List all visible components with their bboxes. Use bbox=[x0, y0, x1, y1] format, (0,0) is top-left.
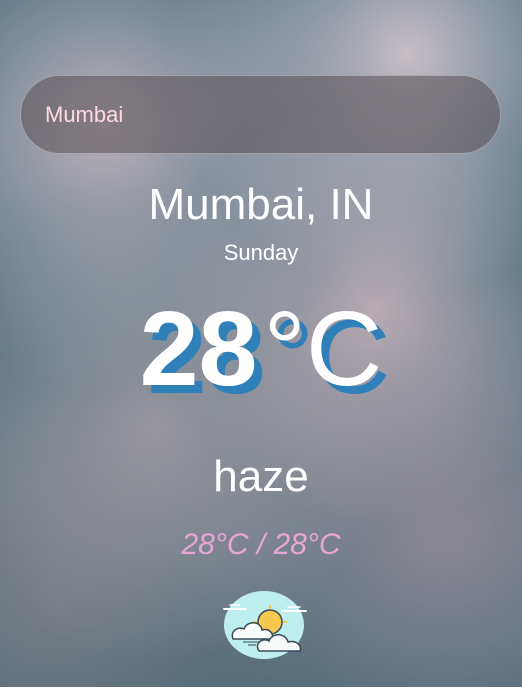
location-title: Mumbai, IN bbox=[148, 180, 374, 229]
search-input[interactable] bbox=[21, 76, 500, 153]
search-bar[interactable] bbox=[20, 75, 501, 154]
weather-condition: haze bbox=[213, 452, 309, 501]
temperature-range: 28°C / 28°C bbox=[181, 528, 341, 561]
temperature-value: 28 bbox=[139, 290, 258, 408]
day-label: Sunday bbox=[223, 240, 299, 265]
haze-cloud-sun-icon bbox=[223, 591, 307, 659]
temperature-unit: °C bbox=[263, 290, 383, 408]
current-temperature: 28°C bbox=[0, 296, 522, 402]
